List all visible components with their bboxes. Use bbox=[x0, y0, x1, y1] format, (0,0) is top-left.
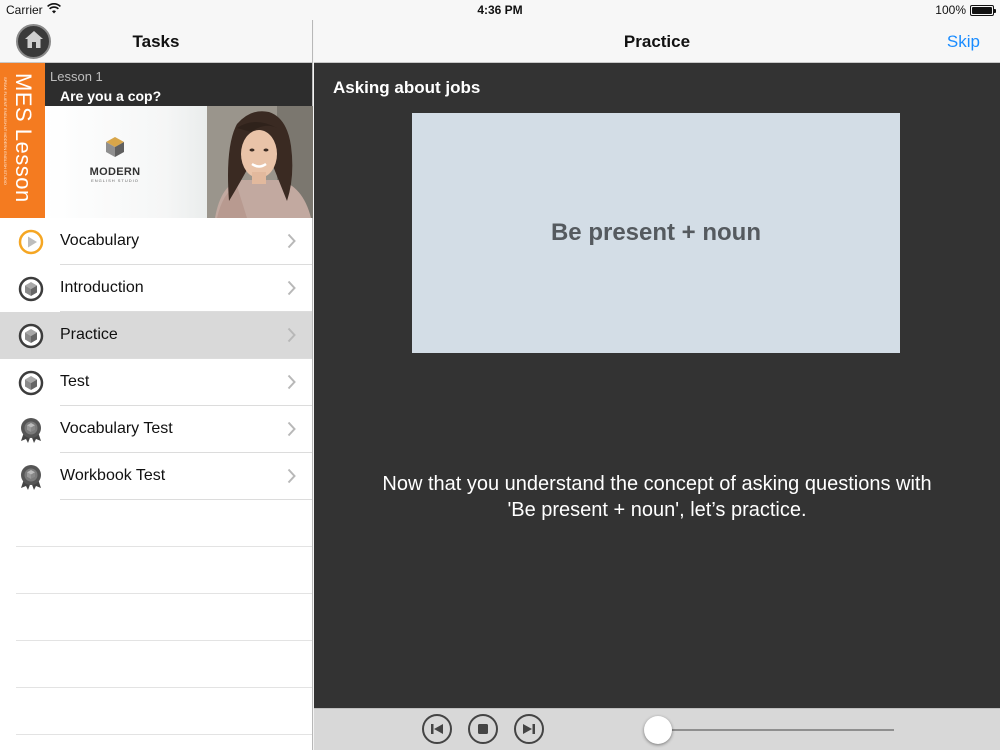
chevron-right-icon bbox=[287, 421, 296, 437]
badge-icon bbox=[21, 418, 41, 443]
task-label: Workbook Test bbox=[60, 467, 166, 484]
task-label: Vocabulary Test bbox=[60, 420, 173, 437]
cube-icon bbox=[18, 276, 44, 302]
badge-icon bbox=[21, 465, 41, 490]
empty-row bbox=[0, 688, 312, 735]
task-list: Vocabulary Introduction Practice Test Vo… bbox=[0, 218, 312, 735]
chevron-right-icon bbox=[287, 280, 296, 296]
lesson-banner-image: MODERN ENGLISH STUDIO bbox=[45, 106, 313, 218]
slider-thumb[interactable] bbox=[644, 716, 672, 744]
brand-logo: MODERN ENGLISH STUDIO bbox=[85, 136, 145, 183]
empty-row bbox=[0, 641, 312, 688]
chevron-right-icon bbox=[287, 327, 296, 343]
battery-percent: 100% bbox=[935, 3, 966, 17]
slide-card: Be present + noun bbox=[412, 113, 900, 353]
task-row-test[interactable]: Test bbox=[0, 359, 312, 406]
logo-subtitle: ENGLISH STUDIO bbox=[91, 178, 139, 183]
tasks-title: Tasks bbox=[132, 32, 180, 51]
empty-row bbox=[0, 594, 312, 641]
tasks-pane: Tasks SPEAK FLUENT ENGLISH AT MODERN ENG… bbox=[0, 20, 313, 750]
chevron-right-icon bbox=[287, 468, 296, 484]
tasks-nav-bar: Tasks bbox=[0, 20, 312, 63]
clock: 4:36 PM bbox=[477, 3, 523, 17]
previous-button[interactable] bbox=[422, 714, 452, 744]
task-label: Introduction bbox=[60, 279, 144, 296]
logo-cube-icon bbox=[106, 137, 124, 157]
task-label: Test bbox=[60, 373, 90, 390]
status-right: 100% bbox=[935, 3, 996, 17]
skip-button[interactable]: Skip bbox=[947, 32, 980, 52]
lesson-tab: SPEAK FLUENT ENGLISH AT MODERN ENGLISH S… bbox=[0, 63, 45, 218]
practice-content: Asking about jobs Be present + noun Now … bbox=[314, 63, 1000, 708]
teacher-portrait bbox=[207, 106, 313, 218]
media-player-bar bbox=[314, 708, 1000, 750]
task-row-vocabulary-test[interactable]: Vocabulary Test bbox=[0, 406, 312, 453]
lesson-tab-tagline: SPEAK FLUENT ENGLISH AT MODERN ENGLISH S… bbox=[3, 77, 8, 186]
lesson-number: Lesson 1 bbox=[50, 69, 103, 84]
practice-nav-bar: Practice Skip bbox=[314, 20, 1000, 63]
cube-icon bbox=[18, 323, 44, 349]
logo-name: MODERN bbox=[89, 166, 141, 178]
task-label: Vocabulary bbox=[60, 232, 140, 249]
lesson-title: Are you a cop? bbox=[60, 88, 162, 104]
lesson-tab-label: MES Lesson bbox=[11, 73, 36, 203]
chevron-right-icon bbox=[287, 374, 296, 390]
status-bar: Carrier 4:36 PM 100% bbox=[0, 0, 1000, 20]
task-row-vocabulary[interactable]: Vocabulary bbox=[0, 218, 312, 265]
playback-slider[interactable] bbox=[644, 716, 894, 744]
next-icon bbox=[523, 724, 535, 734]
practice-title: Practice bbox=[623, 32, 691, 51]
empty-row bbox=[0, 547, 312, 594]
task-row-workbook-test[interactable]: Workbook Test bbox=[0, 453, 312, 500]
previous-icon bbox=[431, 724, 443, 734]
slide-text: Be present + noun bbox=[550, 219, 762, 246]
section-heading: Asking about jobs bbox=[333, 78, 481, 97]
task-row-introduction[interactable]: Introduction bbox=[0, 265, 312, 312]
instruction-text: Now that you understand the concept of a… bbox=[382, 473, 932, 521]
empty-row bbox=[0, 500, 312, 547]
task-label: Practice bbox=[60, 326, 118, 343]
battery-icon bbox=[970, 4, 996, 16]
cube-icon bbox=[18, 370, 44, 396]
chevron-right-icon bbox=[287, 233, 296, 249]
stop-button[interactable] bbox=[468, 714, 498, 744]
lesson-banner[interactable]: SPEAK FLUENT ENGLISH AT MODERN ENGLISH S… bbox=[0, 63, 313, 218]
play-circle-icon bbox=[18, 229, 44, 255]
next-button[interactable] bbox=[514, 714, 544, 744]
task-row-practice[interactable]: Practice bbox=[0, 312, 312, 359]
stop-icon bbox=[478, 724, 488, 734]
